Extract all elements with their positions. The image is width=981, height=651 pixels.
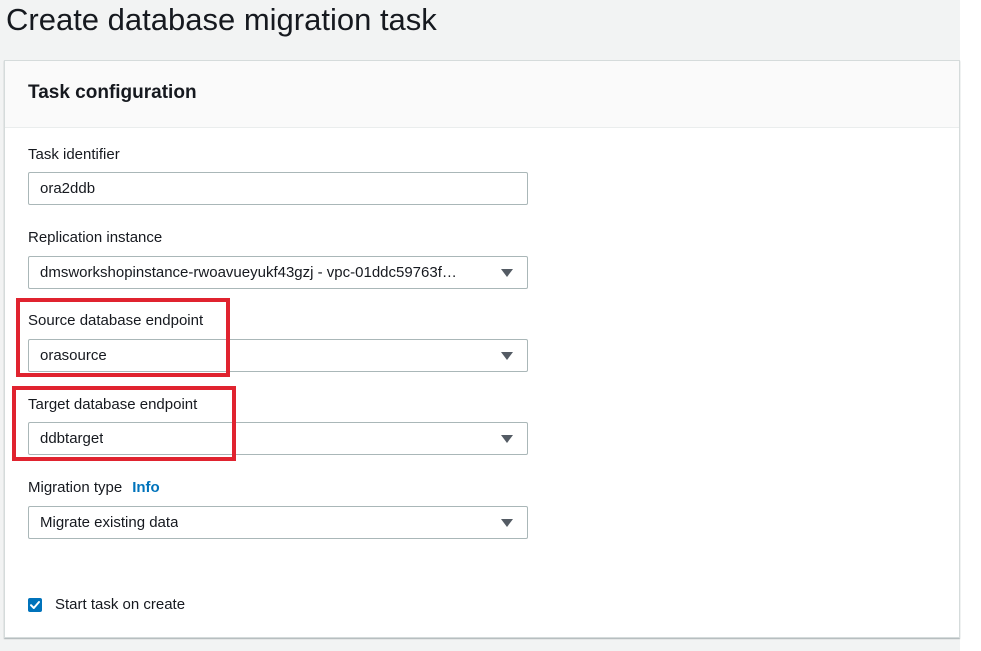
- panel-title: Task configuration: [28, 82, 197, 103]
- task-identifier-label: Task identifier: [28, 146, 120, 163]
- migration-type-label: Migration type: [28, 479, 123, 496]
- replication-instance-label: Replication instance: [28, 229, 163, 246]
- task-identifier-value: ora2ddb: [40, 180, 96, 197]
- checkmark-icon: [30, 601, 40, 609]
- migration-type-select[interactable]: Migrate existing data: [28, 506, 528, 539]
- page-title: Create database migration task: [6, 2, 437, 37]
- info-link[interactable]: Info: [132, 479, 160, 496]
- start-task-checkbox[interactable]: [28, 598, 42, 612]
- caret-down-icon: [501, 352, 513, 360]
- caret-down-icon: [501, 519, 513, 527]
- replication-instance-value: dmsworkshopinstance-rwoavueyukf43gzj - v…: [40, 264, 457, 281]
- start-task-label: Start task on create: [55, 596, 186, 613]
- migration-type-label-row: Migration type Info: [28, 479, 160, 496]
- source-endpoint-highlight-box: [16, 298, 230, 377]
- panel-header: Task configuration: [5, 61, 959, 128]
- target-endpoint-highlight-box: [12, 386, 236, 461]
- replication-instance-select[interactable]: dmsworkshopinstance-rwoavueyukf43gzj - v…: [28, 256, 528, 289]
- migration-type-value: Migrate existing data: [40, 514, 179, 531]
- task-identifier-input[interactable]: ora2ddb: [28, 172, 528, 205]
- caret-down-icon: [501, 435, 513, 443]
- caret-down-icon: [501, 269, 513, 277]
